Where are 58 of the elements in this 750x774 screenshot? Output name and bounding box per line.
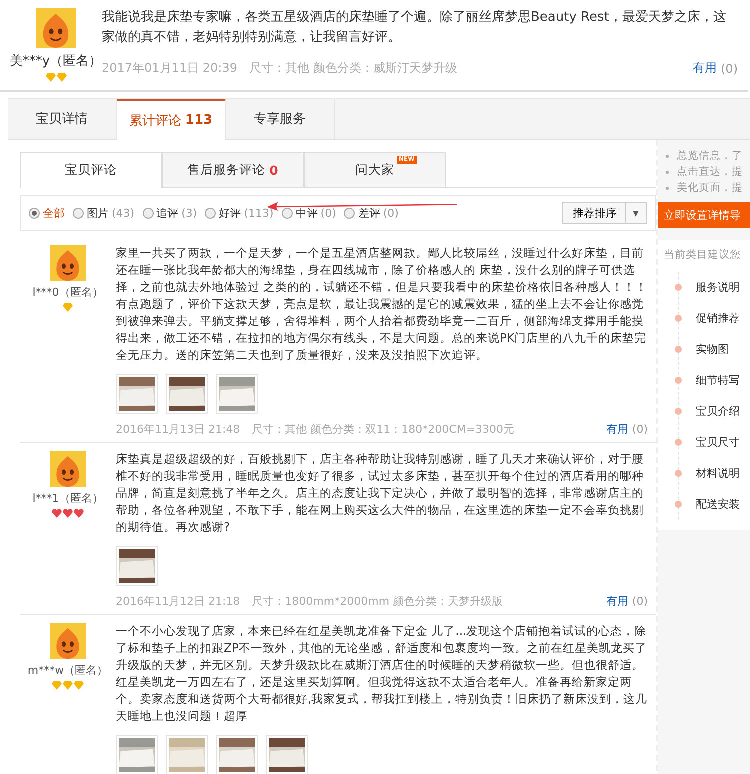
filter-radio[interactable]: 好评 (113) xyxy=(205,206,274,220)
tip-text: 美化页面，提 xyxy=(677,181,743,196)
avatar-icon xyxy=(36,8,76,48)
tab[interactable]: 售后服务评论 0 xyxy=(162,152,304,187)
bullet-icon xyxy=(666,170,669,174)
bullet-icon xyxy=(675,470,682,477)
sort-dropdown[interactable]: 推荐排序 ▾ xyxy=(562,202,647,224)
review-text: 我能说我是床垫专家嘛，各类五星级酒店的床垫睡了个遍。除了丽丝席梦思Beauty Rest，最爱天梦之床，这家做的真不错，老妈特别特别满意，让我留言好评。 xyxy=(102,9,728,47)
filter-radio[interactable]: 差评 (0) xyxy=(344,206,399,220)
tab[interactable]: 专享服务 xyxy=(226,99,335,139)
review-date: 2016年11月12日 21:18 xyxy=(116,594,240,609)
bullet-icon xyxy=(675,408,682,415)
nav-link[interactable]: 服务说明 xyxy=(696,280,740,295)
bullet-icon xyxy=(675,439,682,446)
useful-count: (0) xyxy=(721,62,738,76)
product-specs: 尺寸：1800mm*2000mm 颜色分类：天梦升级版 xyxy=(252,594,504,609)
username: m***w（匿名） xyxy=(28,663,108,678)
tab[interactable]: 宝贝评论 xyxy=(20,152,162,188)
useful-count: (0) xyxy=(632,423,648,436)
useful-link[interactable]: 有用 xyxy=(606,594,628,609)
username: l***1（匿名） xyxy=(32,491,104,506)
nav-link[interactable]: 细节特写 xyxy=(696,373,740,388)
nav-link[interactable]: 材料说明 xyxy=(696,466,740,481)
bullet-icon xyxy=(675,315,682,322)
nav-link[interactable]: 促销推荐 xyxy=(696,311,740,326)
tip-text: 总览信息，了 xyxy=(677,149,743,164)
useful-link[interactable]: 有用 xyxy=(606,422,628,437)
nav-link[interactable]: 实物图 xyxy=(696,342,729,357)
hint-text: 当前类目建议您 xyxy=(664,248,742,262)
product-specs: 尺寸：其他 颜色分类：威斯汀天梦升级 xyxy=(249,60,458,77)
username: 美***y（匿名） xyxy=(10,53,102,70)
filter-radio[interactable]: 中评 (0) xyxy=(282,206,336,220)
filter-radio[interactable]: 全部 xyxy=(29,206,65,220)
review-date: 2016年11月13日 21:48 xyxy=(116,422,240,437)
filter-radio[interactable]: 追评 (3) xyxy=(142,206,198,220)
review-text: 床垫真是超级超级的好，百般挑剔下，店主各种帮助让我特别感谢，睡了几天才来确认评价，对于腰椎不好的我非常受用，睡眠质量也变好了很多，试过太多床垫，甚至扒开每个住过的酒店看用的哪种品牌，简直是刻意挑了半年之久。店主的态度让我下定决心，并做了最明智的选择，非常感谢店主的帮助，各位各种观望，不敢下手，能在网上购买这么大件的物品，在这里选的床垫一定不会辜负挑剔的期待值。再次感谢? xyxy=(116,451,645,536)
nav-link[interactable]: 宝贝介绍 xyxy=(696,404,740,419)
bullet-icon xyxy=(675,501,682,508)
avatar-icon xyxy=(50,451,86,487)
filter-radio[interactable]: 图片 (43) xyxy=(73,206,135,220)
bullet-icon xyxy=(675,377,682,384)
tip-text: 点击直达，提 xyxy=(677,165,743,180)
review-text: 一个不小心发现了店家，本来已经在红星美凯龙准备下定金 儿了...发现这个店铺抱着试试的心态，除了标和垫子上的扣跟ZP不一致外，其他的无论坐感，舒适度和包裹度均一致。之前在红星美凯龙买了升级版的天梦，并无区别。天梦升级款比在威斯汀酒店住的时候睡的天梦稍微软一些。但也很舒适。红星美凯龙一万四左右了，还是这里买划算啊。但我觉得这款不太适合老年人。准备再给新家定两个。卖家态度和送货两个大哥都很好,我家复式，帮我扛到楼上，特别负责！旧床扔了新床没到，这几天睡地上也没问题！超厚 xyxy=(116,623,648,725)
useful-count: (0) xyxy=(632,595,648,608)
bullet-icon xyxy=(666,154,669,158)
avatar-icon xyxy=(50,245,86,281)
useful-link[interactable]: 有用 xyxy=(693,60,717,77)
product-specs: 尺寸：其他 颜色分类：双11：180*200CM=3300元 xyxy=(252,422,515,437)
bullet-icon xyxy=(666,186,669,190)
review-date: 2017年01月11日 20:39 xyxy=(102,60,238,77)
bullet-icon xyxy=(675,346,682,353)
username: l***0（匿名） xyxy=(32,285,104,300)
tab[interactable]: 累计评论 113 xyxy=(117,99,226,140)
nav-link[interactable]: 宝贝尺寸 xyxy=(696,435,740,450)
bullet-icon xyxy=(675,284,682,291)
nav-link[interactable]: 配送安装 xyxy=(696,497,740,512)
avatar-icon xyxy=(50,623,86,659)
review-text: 家里一共买了两款，一个是天梦，一个是五星酒店整网款。鄙人比较屌丝，没睡过什么好床垫，目前还在睡一张比我年龄都大的海绵垫，身在四线城市，除了价格感人的 床垫，没什么别的牌子可供选择，之前也就去外地体验过 之类的的，试躺还不错，但是只要我看中的床垫价格依旧各种感人！！！有点跑题了，评价下这款天梦，亮点是软，最让我震撼的是它的减震效果，猛的坐上去不会让你感觉到被弹来弹去。平躺支撑足够，舍得堆料，两个人抬着都费劲毕竟一二百斤，侧部海绵支撑用手能摸得出来，做工还不错，在拉扣的地方偶尔有线头，不是大问题。总的来说PK门店里的八九千的床垫完全无压力。送的床笠第二天也到了质量很好，没来及没拍照下次追评。 xyxy=(116,245,648,364)
